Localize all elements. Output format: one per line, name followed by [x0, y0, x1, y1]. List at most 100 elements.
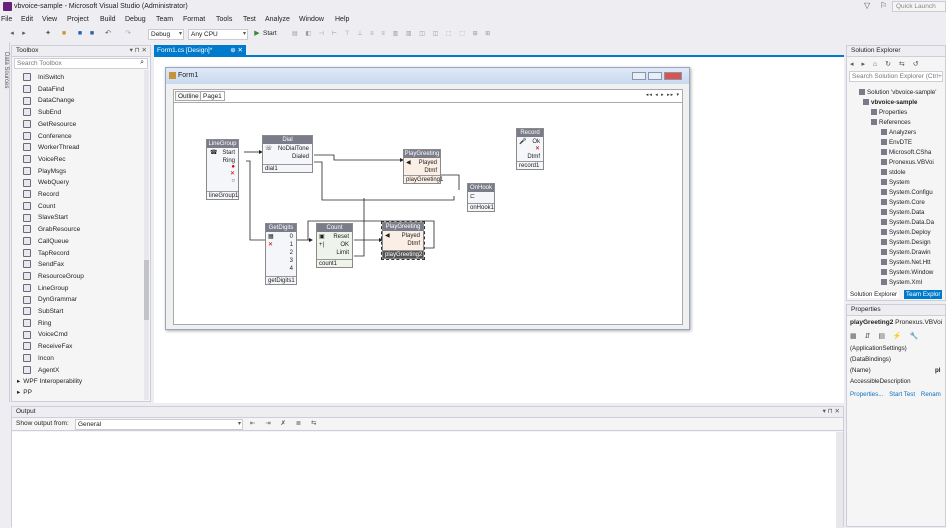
- toolbox-item[interactable]: SubEnd: [14, 107, 142, 119]
- toolbox-item[interactable]: Ring: [14, 318, 142, 330]
- output-text-area[interactable]: [12, 432, 838, 528]
- solution-search-input[interactable]: Search Solution Explorer (Ctrl+: [849, 71, 943, 82]
- toolbox-item[interactable]: SlaveStart: [14, 212, 142, 224]
- toolbox-item[interactable]: SubStart: [14, 306, 142, 318]
- toolbox-group[interactable]: ▸ WPF Interoperability: [14, 376, 142, 388]
- toolbox-item[interactable]: DynGrammar: [14, 294, 142, 306]
- output-scrollbar[interactable]: [836, 432, 843, 528]
- property-row[interactable]: (Name) pl: [847, 366, 946, 376]
- properties-node[interactable]: Properties: [871, 108, 907, 118]
- start-icon[interactable]: ▶: [253, 30, 261, 38]
- toolbox-item[interactable]: ReceiveFax: [14, 341, 142, 353]
- minimize-icon[interactable]: [632, 72, 646, 80]
- menu-analyze[interactable]: Analyze: [265, 16, 290, 23]
- reference-node[interactable]: Pronexus.VBVoi: [881, 158, 934, 168]
- panel-controls-icon[interactable]: ▾ ⊓ ✕: [823, 407, 840, 417]
- open-icon[interactable]: ■: [60, 30, 68, 38]
- reference-node[interactable]: System.Configu: [881, 188, 933, 198]
- port-played[interactable]: Played: [419, 159, 437, 167]
- toolbox-search-input[interactable]: Search Toolbox: [14, 58, 148, 69]
- toolbox-item[interactable]: Record: [14, 189, 142, 201]
- back-icon[interactable]: ◂: [8, 30, 16, 38]
- reference-node[interactable]: Microsoft.CSha: [881, 148, 931, 158]
- error-port-icon[interactable]: ✕: [535, 145, 540, 153]
- getdigits-block[interactable]: GetDigits ▦ ✕ 0 1 2 3 4 getDigits1: [265, 223, 297, 285]
- quick-launch-input[interactable]: Quick Launch: [892, 1, 946, 12]
- panel-controls-icon[interactable]: ▾ ⊓ ✕: [130, 46, 147, 56]
- reference-node[interactable]: Analyzers: [881, 128, 916, 138]
- port-dtmf[interactable]: Dtmf: [407, 240, 420, 248]
- count-block[interactable]: Count ▣ +| Reset OK Limit count1: [316, 223, 353, 268]
- tab-form1-design[interactable]: Form1.cs [Design]* ⊕ ✕: [154, 45, 246, 57]
- toolbox-item[interactable]: DataChange: [14, 95, 142, 107]
- layout-toolbar-icons[interactable]: ▤ ◧ ⊣ ⊢ ⊤ ⊥ ≡ ≡ ▥ ▥ ◫ ◫ ⬚ ⬚ ⊞ ⊞: [292, 30, 522, 38]
- port-reset[interactable]: Reset: [333, 233, 349, 241]
- expand-icon[interactable]: ▸: [17, 389, 20, 396]
- toolbox-item[interactable]: Conference: [14, 131, 142, 143]
- solution-explorer-toolbar-icons[interactable]: ◂ ▸ ⌂ ↻ ⇆ ↺: [850, 60, 922, 68]
- menu-help[interactable]: Help: [335, 16, 349, 23]
- menu-file[interactable]: File: [1, 16, 12, 23]
- redo-icon[interactable]: ↷: [124, 30, 132, 38]
- port-0[interactable]: 0: [290, 233, 293, 241]
- reference-node[interactable]: System.Core: [881, 198, 925, 208]
- reference-node[interactable]: System.Drawin: [881, 248, 931, 258]
- toolbox-group[interactable]: ▸ PP: [14, 387, 142, 399]
- property-row[interactable]: (DataBindings): [847, 355, 946, 365]
- port-ok[interactable]: OK: [340, 241, 349, 249]
- start-button[interactable]: Start: [263, 30, 277, 37]
- tab-team-explorer[interactable]: Team Explor: [904, 290, 943, 299]
- output-tool-icons[interactable]: ⇤ ⇥ ✗ ≣ ⇆: [250, 420, 330, 428]
- reference-node[interactable]: System: [881, 178, 910, 188]
- menu-edit[interactable]: Edit: [21, 16, 33, 23]
- toolbox-item[interactable]: SendFax: [14, 259, 142, 271]
- dial-block[interactable]: Dial ☏ NoDialTone Dialed dial1: [262, 135, 313, 173]
- menu-build[interactable]: Build: [100, 16, 116, 23]
- start-test-link[interactable]: Start Test: [889, 391, 915, 398]
- port-nodialtone[interactable]: NoDialTone: [278, 145, 309, 153]
- rename-link[interactable]: Renam: [921, 391, 941, 398]
- playgreeting1-block[interactable]: PlayGreeting ◀ Played Dtmf playGreeting1: [403, 149, 443, 184]
- toolbox-item[interactable]: GetResource: [14, 119, 142, 131]
- toolbox-item[interactable]: WorkerThread: [14, 142, 142, 154]
- output-source-select[interactable]: General: [75, 419, 243, 430]
- record-block[interactable]: Record 🎤 Ok ✕ Dtmf record1: [516, 128, 544, 170]
- references-node[interactable]: References: [871, 118, 911, 128]
- port-2[interactable]: 2: [290, 249, 293, 257]
- menu-test[interactable]: Test: [243, 16, 256, 23]
- call-flow-canvas[interactable]: Outline Page1 ◂◂ ◂ ▸ ▸▸ ▾ LineGroup ☎ St…: [173, 89, 683, 325]
- toolbox-item[interactable]: TapRecord: [14, 248, 142, 260]
- menu-format[interactable]: Format: [183, 16, 205, 23]
- solution-node[interactable]: Solution 'vbvoice-sample': [859, 88, 936, 98]
- form1-window[interactable]: Form1 Outline Page1 ◂◂ ◂ ▸ ▸▸ ▾ LineGrou…: [165, 67, 690, 330]
- reference-node[interactable]: System.Data: [881, 208, 924, 218]
- menu-window[interactable]: Window: [299, 16, 324, 23]
- reference-node[interactable]: System.Xml: [881, 278, 922, 288]
- tab-solution-explorer[interactable]: Solution Explorer: [848, 291, 900, 298]
- toolbox-item[interactable]: VoiceRec: [14, 154, 142, 166]
- undo-icon[interactable]: ↶: [104, 30, 112, 38]
- toolbox-item[interactable]: CallQueue: [14, 236, 142, 248]
- reference-node[interactable]: System.Deploy: [881, 228, 931, 238]
- configuration-select[interactable]: Debug: [148, 29, 184, 40]
- toolbox-item[interactable]: PlayMsgs: [14, 166, 142, 178]
- menu-debug[interactable]: Debug: [125, 16, 146, 23]
- port-limit[interactable]: Limit: [336, 249, 349, 257]
- save-icon[interactable]: ■: [76, 30, 84, 38]
- port-dtmf[interactable]: Dtmf: [527, 153, 540, 161]
- menu-project[interactable]: Project: [67, 16, 89, 23]
- toolbox-item[interactable]: IniSwitch: [14, 72, 142, 84]
- properties-toolbar-icons[interactable]: ▦ ⇵ ▤ ⚡ 🔧: [850, 332, 921, 340]
- expand-icon[interactable]: ▸: [17, 378, 20, 385]
- data-sources-tab[interactable]: Data Sources: [0, 42, 10, 402]
- port-4[interactable]: 4: [290, 265, 293, 273]
- new-project-icon[interactable]: ✦: [44, 30, 52, 38]
- project-node[interactable]: vbvoice-sample: [863, 98, 917, 108]
- reference-node[interactable]: System.Data.Da: [881, 218, 934, 228]
- toolbox-scrollbar[interactable]: [144, 70, 149, 400]
- toolbox-item[interactable]: ResourceGroup: [14, 271, 142, 283]
- reference-node[interactable]: System.Window: [881, 268, 933, 278]
- property-row[interactable]: (ApplicationSettings): [847, 344, 946, 354]
- toolbox-item[interactable]: Count: [14, 201, 142, 213]
- close-icon[interactable]: ⊕ ✕: [230, 45, 243, 56]
